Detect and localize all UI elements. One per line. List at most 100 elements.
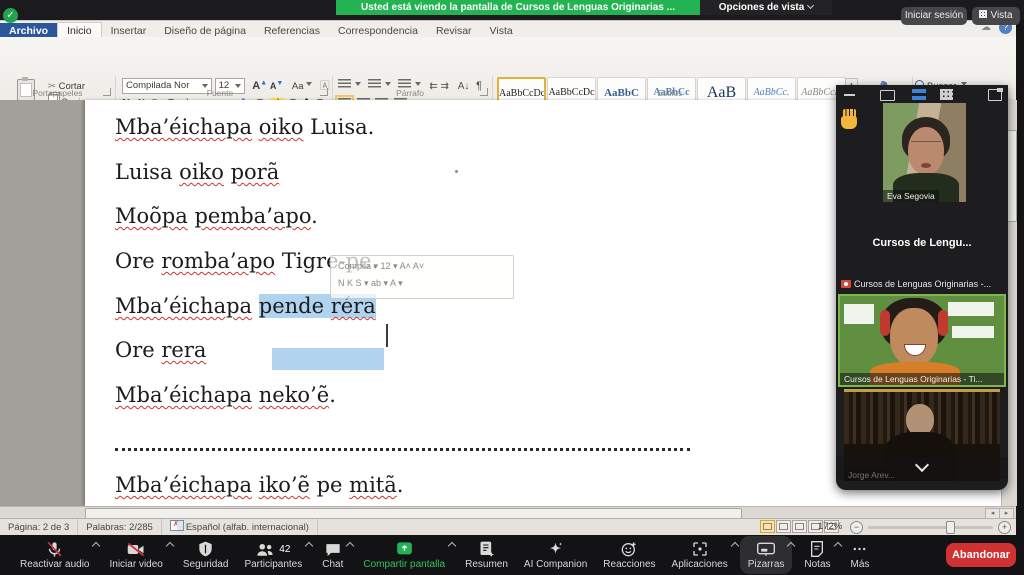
view-options-button[interactable]: Opciones de vista — [700, 0, 832, 15]
summary-icon — [479, 540, 494, 558]
text-segment: Mba’éichapa — [115, 294, 252, 318]
toolbar-participants-button[interactable]: 42 Participantes — [236, 535, 310, 575]
leave-meeting-button[interactable]: Abandonar — [946, 543, 1016, 567]
toolbar-label: Iniciar video — [109, 559, 162, 570]
shelf — [952, 326, 994, 338]
toolbar-ai-companion-button[interactable]: AI Companion — [516, 535, 595, 575]
word-app-icon: ✓ — [3, 8, 18, 23]
paragraph-dialog-launcher[interactable] — [480, 88, 488, 96]
toolbar-security-button[interactable]: Seguridad — [175, 535, 237, 575]
more-icon — [851, 540, 868, 558]
participant-name-label: Cursos de Lenguas Originarias - Ti... — [840, 373, 1004, 385]
document-text-line[interactable]: Mba’éichapa oiko Luisa. — [115, 113, 374, 141]
avatar — [890, 308, 938, 366]
toolbar-unmute-button[interactable]: Reactivar audio — [12, 535, 97, 575]
word-count-status[interactable]: Palabras: 2/285 — [78, 519, 162, 536]
video-tile-eva[interactable]: Eva Segovia — [883, 103, 966, 202]
text-segment: neko’ẽ — [259, 383, 329, 407]
toolbar-label: Pizarras — [748, 559, 785, 570]
fullscreen-reading-view-button[interactable] — [776, 520, 791, 533]
chevron-down-icon — [807, 2, 814, 9]
text-segment: Moõpa — [115, 204, 188, 228]
participant-no-video-name[interactable]: Cursos de Lengu... — [836, 237, 1008, 249]
text-segment — [252, 115, 259, 139]
text-cursor — [386, 324, 388, 347]
toolbar-label: AI Companion — [524, 559, 587, 570]
zoom-slider-thumb[interactable] — [946, 521, 955, 534]
video-tile-active-speaker[interactable]: Cursos de Lenguas Originarias - Ti... — [838, 294, 1006, 387]
selection-highlight-block — [272, 348, 384, 370]
shelf — [948, 302, 994, 316]
sharing-participant-header: Cursos de Lenguas Originarias -... — [841, 279, 1005, 289]
paragraph-group-label: Párrafo — [350, 88, 470, 98]
view-button[interactable]: Vista — [972, 7, 1020, 25]
participants-icon: 42 — [256, 540, 290, 558]
dotted-fill-line — [115, 448, 690, 451]
apps-icon — [692, 540, 708, 558]
speaker-view-icon[interactable] — [880, 90, 895, 101]
toolbar-label: Aplicaciones — [672, 559, 728, 570]
text-segment — [224, 160, 231, 184]
toolbar-label: Participantes — [244, 559, 302, 570]
zoom-slider-track[interactable] — [868, 526, 993, 529]
zoom-in-button[interactable]: + — [998, 521, 1011, 534]
mini-format-toolbar[interactable]: Compila ▾ 12 ▾ A˄ A˅ N K S ▾ ab ▾ A ▾ — [330, 255, 514, 299]
toolbar-label: Compartir pantalla — [363, 559, 445, 570]
document-text-line[interactable]: Luisa oiko porã — [115, 158, 279, 186]
mouth — [921, 163, 931, 168]
toolbar-label: Seguridad — [183, 559, 229, 570]
selected-text: pende — [259, 294, 331, 318]
popout-panel-icon[interactable] — [988, 89, 1002, 101]
toolbar-summary-button[interactable]: Resumen — [457, 535, 516, 575]
document-text-line[interactable]: Moõpa pemba’apo. — [115, 202, 318, 230]
sign-in-button[interactable]: Iniciar sesión — [901, 7, 967, 25]
text-segment — [252, 473, 259, 497]
change-case-button[interactable]: Aa — [292, 81, 312, 92]
document-text-line[interactable]: Mba’éichapa neko’ẽ. — [115, 381, 336, 409]
screen-share-indicator-icon — [841, 280, 851, 288]
whiteboard-icon — [757, 540, 775, 558]
toolbar-share-screen-button[interactable]: Compartir pantalla — [355, 535, 453, 575]
text-segment: iko’ẽ — [259, 473, 310, 497]
toolbar-notes-button[interactable]: Notas — [796, 535, 838, 575]
headphones — [880, 310, 890, 336]
toolbar-apps-button[interactable]: Aplicaciones — [664, 535, 736, 575]
zoom-level-label[interactable]: 172% — [818, 518, 842, 535]
zoom-meeting-screen: ✓ ▣↶▾↻|▾ ArchivoInicioInsertarDiseño de … — [0, 0, 1024, 575]
text-segment — [252, 383, 259, 407]
gallery-view-icon[interactable] — [940, 89, 953, 100]
strip-view-icon[interactable] — [912, 89, 926, 100]
text-segment: oiko — [259, 115, 304, 139]
participants-video-panel: Eva Segovia Cursos de Lengu... Cursos de… — [836, 85, 1008, 490]
text-segment: . — [329, 383, 336, 407]
web-layout-view-button[interactable] — [792, 520, 807, 533]
headphones — [938, 310, 948, 336]
toolbar-start-video-button[interactable]: Iniciar video — [101, 535, 170, 575]
print-layout-view-button[interactable] — [760, 520, 775, 533]
minimize-panel-icon[interactable] — [844, 94, 855, 96]
text-segment: Mba’éichapa — [115, 473, 252, 497]
zoom-out-button[interactable]: − — [850, 521, 863, 534]
language-status[interactable]: Español (alfab. internacional) — [162, 519, 318, 536]
meeting-toolbar: Reactivar audio Iniciar video Seguridad 42 P… — [0, 535, 1024, 575]
font-dialog-launcher[interactable] — [320, 88, 328, 96]
toolbar-more-button[interactable]: Más — [843, 535, 878, 575]
toolbar-reactions-button[interactable]: Reacciones — [595, 535, 663, 575]
document-text-line[interactable]: Ore rera — [115, 336, 206, 364]
participants-count-badge: 42 — [279, 544, 290, 555]
text-segment: Mba’éichapa — [115, 383, 252, 407]
text-segment: mitã — [349, 473, 397, 497]
word-status-bar: Página: 2 de 3Palabras: 2/285Español (al… — [0, 518, 1016, 536]
text-segment: Mba’éichapa — [115, 115, 252, 139]
page-count-status[interactable]: Página: 2 de 3 — [0, 519, 78, 536]
glasses — [911, 141, 941, 150]
chat-icon — [325, 540, 341, 558]
toolbar-chat-button[interactable]: Chat — [314, 535, 351, 575]
text-segment: pe — [310, 473, 349, 497]
toolbar-whiteboards-button[interactable]: Pizarras — [740, 536, 793, 574]
clipboard-dialog-launcher[interactable] — [103, 88, 111, 96]
collapse-panel-button[interactable] — [836, 457, 1008, 479]
document-text-line[interactable]: Mba’éichapa iko’ẽ pe mitã. — [115, 471, 403, 499]
text-segment: oiko — [179, 160, 224, 184]
toolbar-label: Chat — [322, 559, 343, 570]
